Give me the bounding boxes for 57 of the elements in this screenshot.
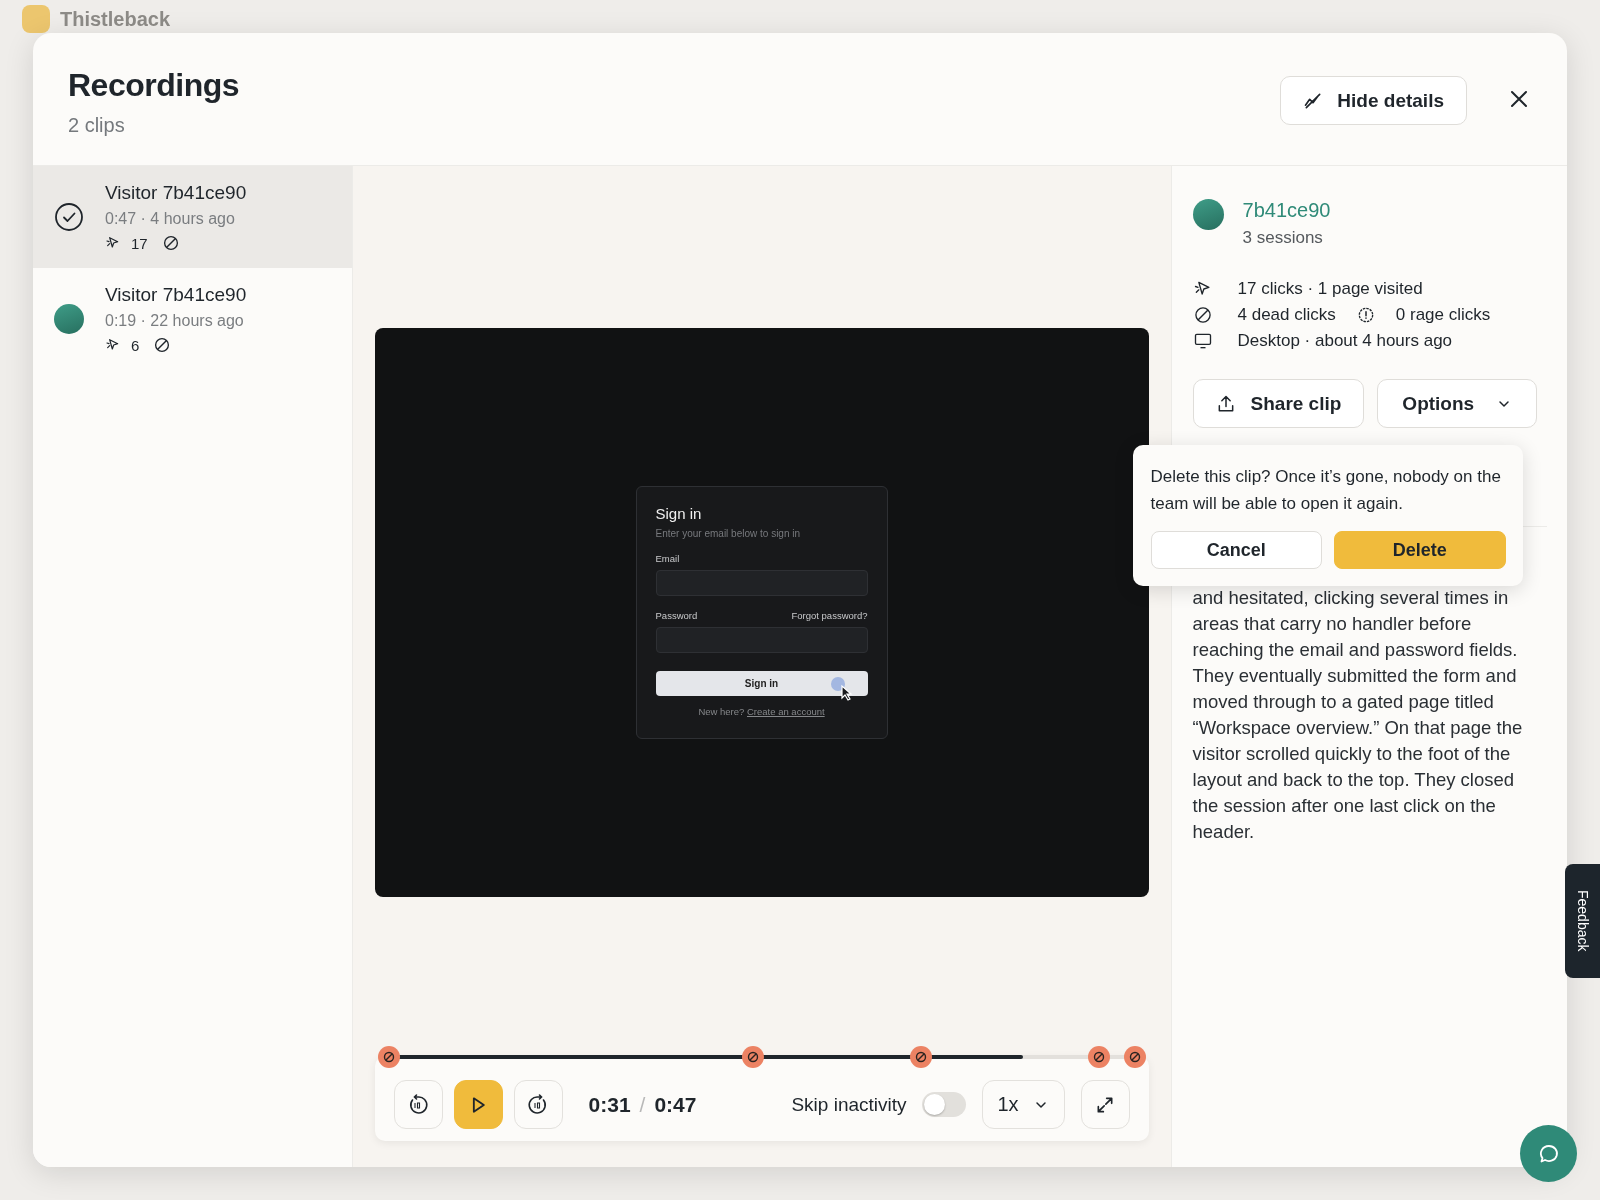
dead-click-marker[interactable] [377, 1046, 400, 1068]
hide-details-button[interactable]: Hide details [1280, 76, 1467, 125]
sign-up-prompt: New here? [698, 706, 745, 717]
visitor-avatar [54, 304, 84, 334]
dead-click-marker[interactable] [1087, 1046, 1110, 1068]
stat-text: 17 clicks · 1 page visited [1237, 279, 1423, 299]
skip-inactivity-label: Skip inactivity [791, 1093, 907, 1116]
sign-in-title: Sign in [655, 505, 703, 522]
click-count: 17 [131, 234, 148, 252]
forward-button[interactable] [513, 1080, 563, 1129]
feedback-tab[interactable]: Feedback [1565, 864, 1600, 978]
blocked-icon [161, 234, 180, 252]
click-count: 6 [131, 336, 140, 354]
cancel-button[interactable]: Cancel [1150, 531, 1323, 569]
fullscreen-button[interactable] [1080, 1080, 1130, 1129]
stat-text: Desktop · about 4 hours ago [1237, 331, 1453, 351]
visitor-avatar [1192, 199, 1224, 230]
delete-button[interactable]: Delete [1334, 531, 1506, 569]
check-circle-icon [54, 202, 84, 232]
clip-title: Visitor 7b41ce90 [105, 182, 247, 204]
email-label: Email [655, 553, 681, 564]
clip-meta: 0:47 · 4 hours ago [105, 210, 236, 228]
speed-dropdown[interactable]: 1x [981, 1080, 1065, 1129]
password-label: Password [655, 610, 698, 621]
clip-item[interactable]: Visitor 7b41ce90 0:19 · 22 hours ago 6 [33, 268, 352, 370]
total-duration: 0:47 [654, 1092, 697, 1117]
app-logo-icon [22, 5, 50, 33]
clip-count: 2 clips [68, 114, 126, 137]
blocked-icon [153, 336, 172, 354]
rewind-button[interactable] [393, 1080, 443, 1129]
time-separator: / [639, 1092, 646, 1117]
clip-meta: 0:19 · 22 hours ago [105, 312, 245, 330]
clip-item[interactable]: Visitor 7b41ce90 0:47 · 4 hours ago 17 [33, 166, 352, 268]
dead-click-marker[interactable] [1123, 1046, 1146, 1068]
delete-confirm-message: Delete this clip? Once it’s gone, nobody on the team will be able to open it again. [1150, 466, 1502, 515]
dead-click-marker[interactable] [910, 1046, 933, 1068]
app-name: Thistleback [60, 7, 171, 31]
share-clip-button[interactable]: Share clip [1192, 379, 1365, 428]
skip-inactivity-toggle[interactable] [921, 1092, 966, 1117]
blocked-icon [1192, 305, 1213, 325]
chat-button[interactable] [1520, 1125, 1577, 1182]
sign-in-subtitle: Enter your email below to sign in [655, 528, 802, 539]
dead-click-marker[interactable] [741, 1046, 764, 1068]
session-count: 3 sessions [1242, 228, 1324, 248]
session-summary: and hesitated, clicking several times in areas that carry no handler before reaching the email and password fields. They eventually submitted the form and moved through to a gated page titled “Workspace overview.” On that page the visitor scrolled quickly to the foot of the layout and back to the top. They closed the session after one last click on the header. [1192, 586, 1524, 844]
dialog-title: Recordings [68, 67, 241, 104]
play-button[interactable] [453, 1080, 503, 1129]
clip-title: Visitor 7b41ce90 [105, 284, 247, 306]
stat-text: 4 dead clicks [1237, 305, 1336, 325]
visitor-id-link[interactable]: 7b41ce90 [1242, 199, 1331, 222]
options-dropdown[interactable]: Options [1377, 379, 1538, 428]
monitor-icon [1192, 331, 1213, 351]
stat-text: 0 rage clicks [1395, 305, 1491, 325]
current-time: 0:31 [588, 1092, 631, 1117]
expand-icon [1095, 1094, 1116, 1115]
cursor-icon [105, 337, 121, 353]
cursor-icon [105, 235, 121, 251]
